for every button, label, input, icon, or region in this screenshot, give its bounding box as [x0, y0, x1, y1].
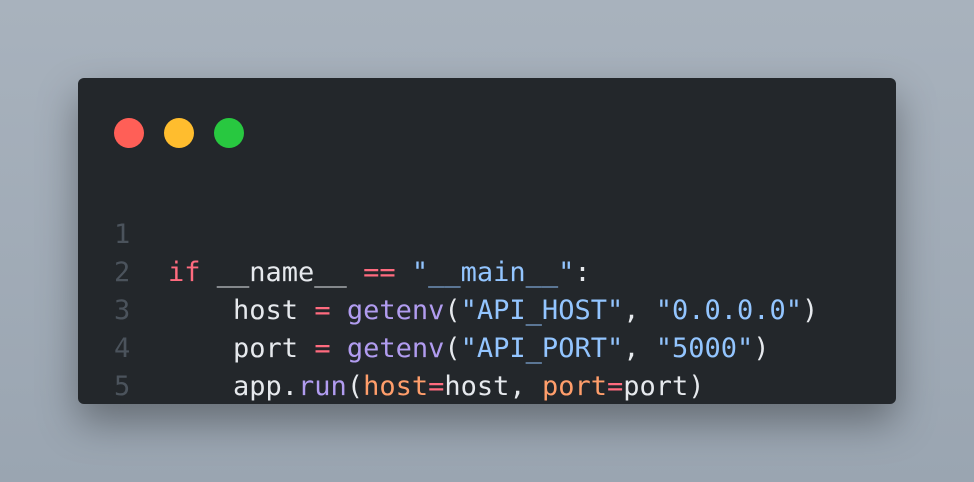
- code-block: 1 if __name__ == "__main__": 2 host = ge…: [78, 178, 896, 402]
- minimize-dot[interactable]: [164, 118, 194, 148]
- code-token-default: host,: [444, 371, 542, 402]
- code-token-keyword: =: [606, 371, 624, 402]
- maximize-dot[interactable]: [214, 118, 244, 148]
- line-number: 5: [114, 371, 131, 402]
- code-text: app.run(host=host, port=port): [168, 368, 705, 406]
- code-token-param: port: [541, 371, 607, 402]
- code-line: 2 host = getenv("API_HOST", "0.0.0.0"): [78, 216, 896, 326]
- code-line: 1 if __name__ == "__main__":: [78, 178, 896, 288]
- code-line: 4 app.run(host=host, port=port): [78, 292, 896, 402]
- code-token-default: (: [346, 371, 364, 402]
- code-token-keyword: =: [428, 371, 445, 402]
- code-token-param: host: [363, 371, 429, 402]
- code-token-default: port): [623, 371, 705, 402]
- code-token-default: app.: [168, 371, 299, 402]
- code-token-function: run: [298, 371, 347, 402]
- code-line: 5: [78, 330, 896, 402]
- code-line: 3 port = getenv("API_PORT", "5000"): [78, 254, 896, 364]
- close-dot[interactable]: [114, 118, 144, 148]
- code-window: 1 if __name__ == "__main__": 2 host = ge…: [78, 78, 896, 404]
